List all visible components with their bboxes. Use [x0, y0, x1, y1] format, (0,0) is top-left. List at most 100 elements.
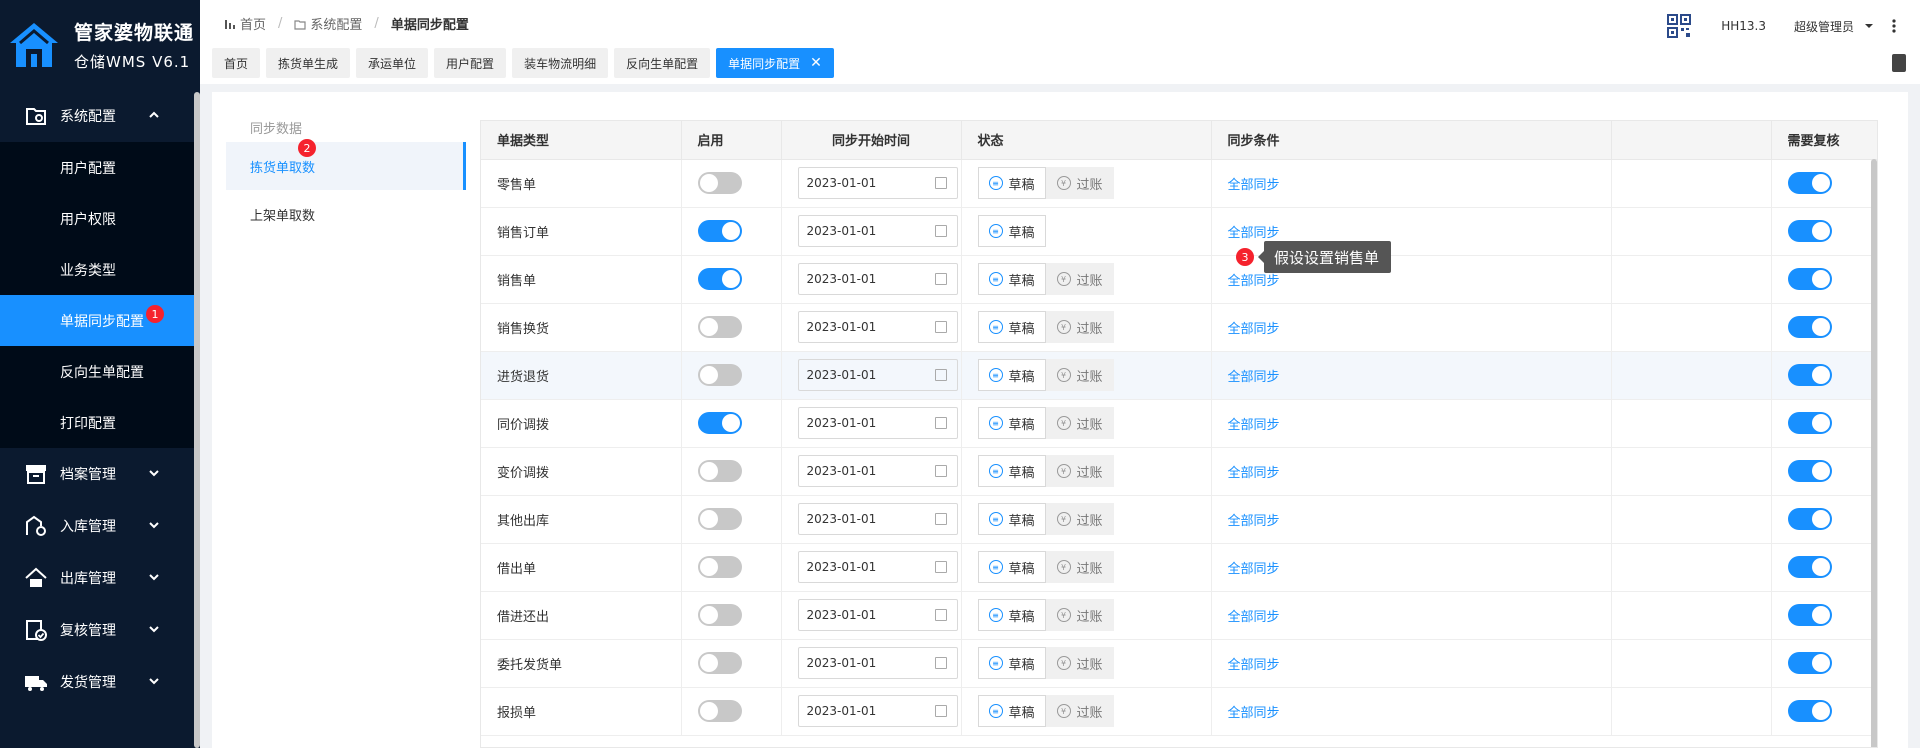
post-button[interactable]: ¥ 过账	[1045, 167, 1114, 199]
review-toggle[interactable]	[1787, 460, 1832, 482]
draft-button[interactable]: ≡ 草稿	[977, 215, 1046, 247]
draft-button[interactable]: ≡ 草稿	[977, 455, 1046, 487]
post-button[interactable]: ¥ 过账	[1045, 359, 1114, 391]
post-button[interactable]: ¥ 过账	[1045, 263, 1114, 295]
start-date-picker[interactable]: 2023-01-01	[797, 167, 958, 199]
start-date-picker[interactable]: 2023-01-01	[797, 503, 958, 535]
review-toggle[interactable]	[1787, 220, 1832, 242]
start-date-picker[interactable]: 2023-01-01	[797, 599, 958, 631]
enable-toggle[interactable]	[697, 172, 742, 194]
enable-toggle[interactable]	[697, 268, 742, 290]
close-icon[interactable]: ✕	[810, 55, 822, 71]
tab-menu-icon[interactable]	[1892, 54, 1906, 72]
condition-link[interactable]: 全部同步	[1228, 370, 1280, 385]
enable-toggle[interactable]	[697, 364, 742, 386]
qr-code-icon[interactable]	[1667, 14, 1692, 38]
review-toggle[interactable]	[1787, 652, 1832, 674]
review-toggle[interactable]	[1787, 172, 1832, 194]
condition-link[interactable]: 全部同步	[1228, 562, 1280, 577]
tab-picking-generate[interactable]: 拣货单生成	[266, 48, 351, 78]
menu-inbound[interactable]: 入库管理	[0, 500, 200, 552]
sidebar-item-reverse-order-config[interactable]: 反向生单配置	[0, 346, 200, 397]
sidebar-item-print-config[interactable]: 打印配置	[0, 397, 200, 448]
post-button[interactable]: ¥ 过账	[1045, 455, 1114, 487]
start-date-picker[interactable]: 2023-01-01	[797, 551, 958, 583]
table-scrollbar[interactable]	[1871, 159, 1877, 747]
enable-toggle[interactable]	[697, 652, 742, 674]
menu-system-config[interactable]: 系统配置	[0, 90, 200, 142]
tab-reverse-order-config[interactable]: 反向生单配置	[614, 48, 711, 78]
condition-link[interactable]: 全部同步	[1228, 178, 1280, 193]
sidebar-item-user-config[interactable]: 用户配置	[0, 142, 200, 193]
draft-button[interactable]: ≡ 草稿	[977, 695, 1046, 727]
sidebar-scrollbar[interactable]	[194, 92, 200, 748]
start-date-picker[interactable]: 2023-01-01	[797, 215, 958, 247]
enable-toggle[interactable]	[697, 556, 742, 578]
tab-carrier[interactable]: 承运单位	[356, 48, 429, 78]
draft-button[interactable]: ≡ 草稿	[977, 599, 1046, 631]
post-button[interactable]: ¥ 过账	[1045, 311, 1114, 343]
start-date-picker[interactable]: 2023-01-01	[797, 695, 958, 727]
draft-button[interactable]: ≡ 草稿	[977, 359, 1046, 391]
menu-archive[interactable]: 档案管理	[0, 448, 200, 500]
condition-link[interactable]: 全部同步	[1228, 706, 1280, 721]
tab-user-config[interactable]: 用户配置	[434, 48, 507, 78]
enable-toggle[interactable]	[697, 220, 742, 242]
post-button[interactable]: ¥ 过账	[1045, 695, 1114, 727]
menu-delivery[interactable]: 发货管理	[0, 656, 200, 708]
sidebar-item-doc-sync-config[interactable]: 单据同步配置 1	[0, 295, 200, 346]
draft-button[interactable]: ≡ 草稿	[977, 503, 1046, 535]
breadcrumb-section[interactable]: 系统配置	[310, 14, 362, 33]
enable-toggle[interactable]	[697, 460, 742, 482]
condition-link[interactable]: 全部同步	[1228, 226, 1280, 241]
condition-link[interactable]: 全部同步	[1228, 274, 1280, 289]
breadcrumb-home[interactable]: 首页	[240, 14, 266, 33]
enable-toggle[interactable]	[697, 700, 742, 722]
review-toggle[interactable]	[1787, 364, 1832, 386]
draft-button[interactable]: ≡ 草稿	[977, 647, 1046, 679]
draft-button[interactable]: ≡ 草稿	[977, 311, 1046, 343]
caret-down-icon[interactable]	[1864, 22, 1874, 30]
draft-button[interactable]: ≡ 草稿	[977, 407, 1046, 439]
sidebar-item-user-permission[interactable]: 用户权限	[0, 193, 200, 244]
condition-link[interactable]: 全部同步	[1228, 514, 1280, 529]
condition-link[interactable]: 全部同步	[1228, 418, 1280, 433]
review-toggle[interactable]	[1787, 412, 1832, 434]
draft-button[interactable]: ≡ 草稿	[977, 167, 1046, 199]
review-toggle[interactable]	[1787, 268, 1832, 290]
review-toggle[interactable]	[1787, 316, 1832, 338]
post-button[interactable]: ¥ 过账	[1045, 647, 1114, 679]
start-date-picker[interactable]: 2023-01-01	[797, 311, 958, 343]
review-toggle[interactable]	[1787, 604, 1832, 626]
tab-home[interactable]: 首页	[212, 48, 261, 78]
post-button[interactable]: ¥ 过账	[1045, 407, 1114, 439]
tab-doc-sync-config[interactable]: 单据同步配置 ✕	[716, 48, 834, 78]
draft-button[interactable]: ≡ 草稿	[977, 263, 1046, 295]
enable-toggle[interactable]	[697, 604, 742, 626]
start-date-picker[interactable]: 2023-01-01	[797, 647, 958, 679]
enable-toggle[interactable]	[697, 316, 742, 338]
post-button[interactable]: ¥ 过账	[1045, 599, 1114, 631]
review-toggle[interactable]	[1787, 556, 1832, 578]
enable-toggle[interactable]	[697, 412, 742, 434]
condition-link[interactable]: 全部同步	[1228, 466, 1280, 481]
condition-link[interactable]: 全部同步	[1228, 610, 1280, 625]
menu-review[interactable]: 复核管理	[0, 604, 200, 656]
more-vertical-icon[interactable]	[1892, 19, 1896, 33]
panel-item-putaway[interactable]: 上架单取数	[226, 190, 466, 238]
start-date-picker[interactable]: 2023-01-01	[797, 407, 958, 439]
start-date-picker[interactable]: 2023-01-01	[797, 263, 958, 295]
enable-toggle[interactable]	[697, 508, 742, 530]
review-toggle[interactable]	[1787, 508, 1832, 530]
post-button[interactable]: ¥ 过账	[1045, 503, 1114, 535]
user-name[interactable]: 超级管理员	[1794, 18, 1854, 35]
sidebar-item-business-type[interactable]: 业务类型	[0, 244, 200, 295]
draft-button[interactable]: ≡ 草稿	[977, 551, 1046, 583]
condition-link[interactable]: 全部同步	[1228, 322, 1280, 337]
start-date-picker[interactable]: 2023-01-01	[797, 359, 958, 391]
start-date-picker[interactable]: 2023-01-01	[797, 455, 958, 487]
condition-link[interactable]: 全部同步	[1228, 658, 1280, 673]
panel-item-picking[interactable]: 拣货单取数 2	[226, 139, 466, 190]
post-button[interactable]: ¥ 过账	[1045, 551, 1114, 583]
tab-loading-logistics[interactable]: 装车物流明细	[512, 48, 609, 78]
